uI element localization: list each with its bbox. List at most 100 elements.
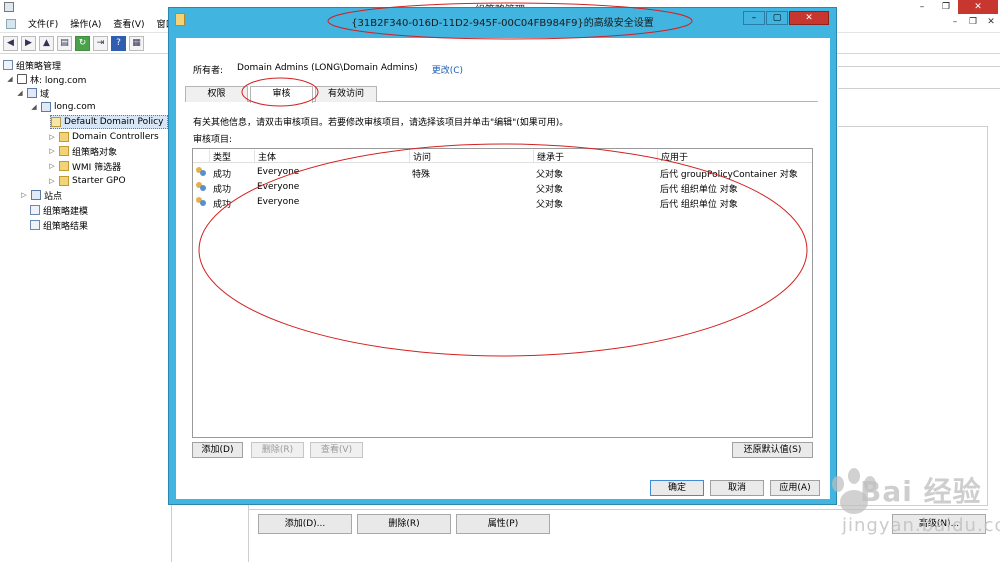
tree-item-label: 组策略对象 bbox=[72, 147, 118, 158]
tree-results-label: 组策略结果 bbox=[43, 221, 89, 232]
ou-folder-icon bbox=[59, 132, 69, 142]
tab-permissions[interactable]: 权限 bbox=[185, 86, 248, 102]
collapse-arrow-icon[interactable]: ◢ bbox=[30, 103, 38, 111]
tree-modeling[interactable]: 组策略建模 bbox=[30, 203, 88, 217]
cell-applies-to: 后代 groupPolicyContainer 对象 bbox=[660, 170, 798, 180]
watermark-url: jingyan.baidu.com bbox=[842, 515, 1000, 536]
minimize-button[interactable]: – bbox=[910, 0, 934, 14]
child-window-buttons: – ❐ ✕ bbox=[948, 17, 998, 29]
tree-domains[interactable]: ◢ 域 bbox=[16, 86, 49, 100]
dialog-close-button[interactable]: ✕ bbox=[789, 11, 829, 25]
cell-access: 特殊 bbox=[412, 170, 431, 180]
menu-app-icon-item bbox=[0, 18, 22, 29]
users-group-icon bbox=[196, 197, 207, 207]
dialog-client-area: 所有者: Domain Admins (LONG\Domain Admins) … bbox=[176, 38, 830, 499]
dialog-maximize-button[interactable]: ▢ bbox=[766, 11, 788, 25]
tab-effective-access[interactable]: 有效访问 bbox=[315, 86, 377, 102]
list-item[interactable]: 成功 Everyone 父对象 后代 组织单位 对象 bbox=[193, 180, 812, 195]
cell-principal: Everyone bbox=[257, 182, 300, 192]
restore-defaults-button[interactable]: 还原默认值(S) bbox=[732, 442, 813, 458]
modeling-icon bbox=[30, 205, 40, 215]
expand-arrow-icon[interactable]: ▷ bbox=[48, 147, 56, 155]
console-tree: 组策略管理 ◢ 林: long.com ◢ 域 ◢ long.com Defau… bbox=[0, 56, 172, 562]
dialog-minimize-button[interactable]: – bbox=[743, 11, 765, 25]
advanced-security-dialog: {31B2F340-016D-11D2-945F-00C04FB984F9}的高… bbox=[168, 7, 837, 505]
domains-icon bbox=[27, 88, 37, 98]
list-item[interactable]: 成功 Everyone 特殊 父对象 后代 groupPolicyContain… bbox=[193, 165, 812, 180]
cell-inherited-from: 父对象 bbox=[536, 185, 564, 195]
close-button[interactable]: ✕ bbox=[958, 0, 998, 14]
up-folder-icon[interactable]: ▲ bbox=[39, 35, 54, 51]
tree-domain-label: long.com bbox=[54, 102, 96, 112]
tab-strip: 权限 审核 有效访问 bbox=[185, 86, 818, 103]
column-header-principal[interactable]: 主体 bbox=[254, 150, 408, 163]
tree-item-label: Starter GPO bbox=[72, 176, 126, 186]
ok-button[interactable]: 确定 bbox=[650, 480, 704, 496]
child-restore-button[interactable]: ❐ bbox=[966, 17, 980, 29]
child-close-button[interactable]: ✕ bbox=[984, 17, 998, 29]
forward-arrow-icon[interactable]: ▶ bbox=[21, 35, 36, 51]
dialog-titlebar[interactable]: {31B2F340-016D-11D2-945F-00C04FB984F9}的高… bbox=[169, 8, 836, 32]
properties-icon[interactable]: ▦ bbox=[129, 35, 144, 51]
delegation-properties-button[interactable]: 属性(P) bbox=[456, 514, 550, 534]
menu-file[interactable]: 文件(F) bbox=[22, 17, 64, 30]
expand-arrow-icon[interactable]: ▷ bbox=[48, 133, 56, 141]
cancel-button[interactable]: 取消 bbox=[710, 480, 764, 496]
remove-delegation-button[interactable]: 删除(R) bbox=[357, 514, 451, 534]
auditing-entries-list[interactable]: 类型 主体 访问 继承于 应用于 成功 Everyone 特殊 父对象 后代 g… bbox=[192, 148, 813, 438]
cell-type: 成功 bbox=[213, 170, 232, 180]
tab-auditing[interactable]: 审核 bbox=[250, 86, 313, 103]
tree-item-default-domain-policy[interactable]: Default Domain Policy bbox=[50, 115, 169, 129]
tree-item-label: Domain Controllers bbox=[72, 132, 159, 142]
column-header-applies-to[interactable]: 应用于 bbox=[657, 150, 807, 163]
expand-arrow-icon[interactable]: ▷ bbox=[48, 162, 56, 170]
refresh-icon[interactable]: ↻ bbox=[75, 35, 90, 51]
results-icon bbox=[30, 220, 40, 230]
background-window-buttons: – ❐ ✕ bbox=[910, 0, 998, 14]
tree-item-label: Default Domain Policy bbox=[64, 117, 164, 127]
folder-icon bbox=[59, 161, 69, 171]
owner-row: 所有者: Domain Admins (LONG\Domain Admins) … bbox=[193, 63, 463, 76]
maximize-button[interactable]: ❐ bbox=[934, 0, 958, 14]
users-group-icon bbox=[196, 167, 207, 177]
expand-arrow-icon[interactable]: ▷ bbox=[20, 191, 28, 199]
tree-item-gpo-objects[interactable]: ▷ 组策略对象 bbox=[48, 144, 117, 158]
column-header-inherited-from[interactable]: 继承于 bbox=[533, 150, 656, 163]
details-divider bbox=[838, 88, 1000, 89]
change-owner-link[interactable]: 更改(C) bbox=[432, 63, 463, 76]
add-entry-button[interactable]: 添加(D) bbox=[192, 442, 243, 458]
collapse-arrow-icon[interactable]: ◢ bbox=[6, 75, 14, 83]
list-item[interactable]: 成功 Everyone 父对象 后代 组织单位 对象 bbox=[193, 195, 812, 210]
owner-label: 所有者: bbox=[193, 66, 224, 76]
export-icon[interactable]: ⇥ bbox=[93, 35, 108, 51]
view-entry-button[interactable]: 查看(V) bbox=[310, 442, 363, 458]
collapse-arrow-icon[interactable]: ◢ bbox=[16, 89, 24, 97]
expand-arrow-icon[interactable]: ▷ bbox=[48, 177, 56, 185]
apply-button[interactable]: 应用(A) bbox=[770, 480, 820, 496]
back-arrow-icon[interactable]: ◀ bbox=[3, 35, 18, 51]
cell-type: 成功 bbox=[213, 200, 232, 210]
column-header-type[interactable]: 类型 bbox=[209, 150, 253, 163]
tree-item-wmi-filters[interactable]: ▷ WMI 筛选器 bbox=[48, 159, 121, 173]
menu-action[interactable]: 操作(A) bbox=[64, 17, 107, 30]
help-icon[interactable]: ? bbox=[111, 35, 126, 51]
cell-inherited-from: 父对象 bbox=[536, 200, 564, 210]
owner-value: Domain Admins (LONG\Domain Admins) bbox=[237, 63, 418, 73]
add-delegation-button[interactable]: 添加(D)... bbox=[258, 514, 352, 534]
tree-results[interactable]: 组策略结果 bbox=[30, 218, 88, 232]
dialog-window-buttons: – ▢ ✕ bbox=[743, 11, 829, 25]
tree-modeling-label: 组策略建模 bbox=[43, 206, 89, 217]
tree-sites[interactable]: ▷ 站点 bbox=[20, 188, 62, 202]
tree-domain[interactable]: ◢ long.com bbox=[30, 100, 96, 114]
menu-view[interactable]: 查看(V) bbox=[107, 17, 150, 30]
tree-root[interactable]: 组策略管理 bbox=[3, 58, 61, 72]
column-header-access[interactable]: 访问 bbox=[409, 150, 532, 163]
domain-icon bbox=[41, 102, 51, 112]
remove-entry-button[interactable]: 删除(R) bbox=[251, 442, 304, 458]
show-tree-icon[interactable]: ▤ bbox=[57, 35, 72, 51]
tree-item-domain-controllers[interactable]: ▷ Domain Controllers bbox=[48, 130, 159, 144]
cell-applies-to: 后代 组织单位 对象 bbox=[660, 185, 738, 195]
tree-item-starter-gpo[interactable]: ▷ Starter GPO bbox=[48, 174, 126, 188]
child-minimize-button[interactable]: – bbox=[948, 17, 962, 29]
tree-forest[interactable]: ◢ 林: long.com bbox=[6, 72, 86, 86]
